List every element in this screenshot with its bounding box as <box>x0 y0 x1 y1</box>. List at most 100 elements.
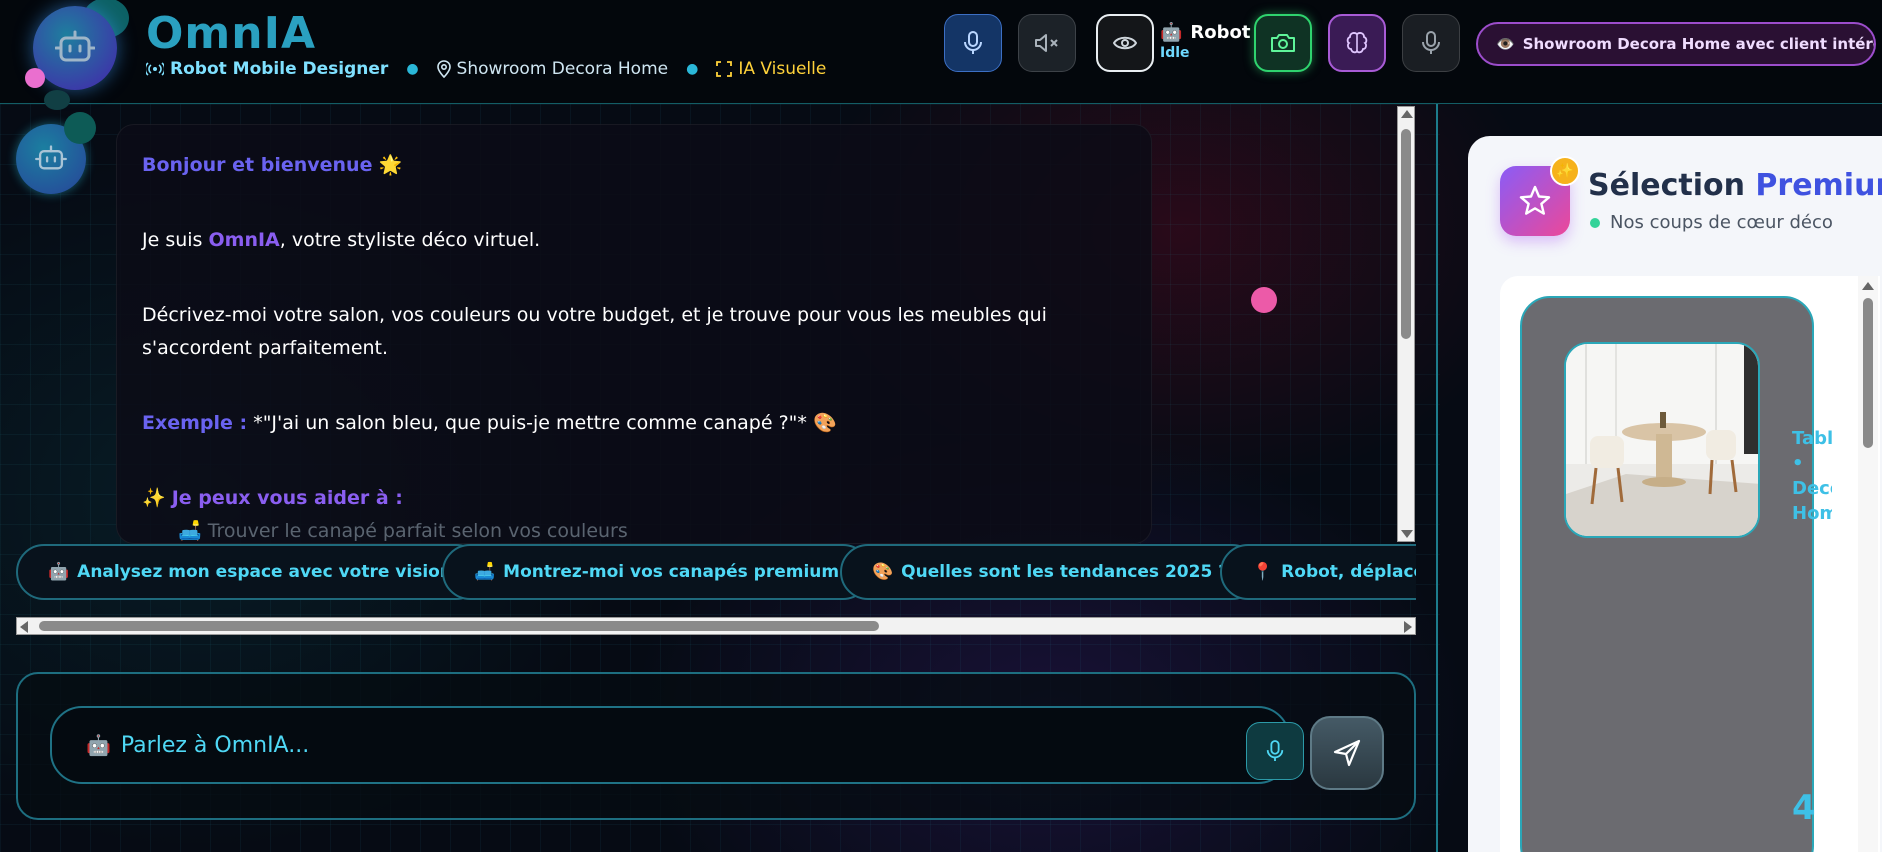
sofa-icon: 🛋️ <box>474 562 496 582</box>
scroll-thumb[interactable] <box>39 621 879 631</box>
microphone-icon <box>1420 30 1442 56</box>
greeting-text: Bonjour et bienvenue <box>142 154 373 176</box>
eye-icon: 👁️ <box>1496 35 1515 53</box>
mute-button[interactable] <box>1018 14 1076 72</box>
scroll-down-arrow[interactable] <box>1401 530 1413 538</box>
sun-icon: 🌟 <box>378 154 403 176</box>
scene-badge[interactable]: 👁️ Showroom Decora Home avec client inté… <box>1476 22 1876 66</box>
suggestion-chips: 🤖 Analysez mon espace avec votre vision … <box>16 544 1416 602</box>
chip-analyze-space[interactable]: 🤖 Analysez mon espace avec votre vision <box>16 544 484 600</box>
separator-dot: ● <box>406 61 419 77</box>
floating-dot <box>1251 287 1277 313</box>
separator-dot: ● <box>686 61 699 77</box>
voice-input-button[interactable] <box>1402 14 1460 72</box>
intro-name: OmnIA <box>208 229 280 251</box>
intro-text: Je suis <box>142 229 209 251</box>
microphone-icon <box>962 30 984 56</box>
role-text: Robot Mobile Designer <box>170 59 389 79</box>
pin-icon: 📍 <box>1252 562 1274 582</box>
send-button[interactable] <box>1310 716 1384 790</box>
avatar-decoration <box>44 90 70 110</box>
message-composer: 🤖 <box>16 672 1416 820</box>
role-label: Robot Mobile Designer <box>146 59 388 79</box>
chip-label: Quelles sont les tendances 2025 ? <box>901 562 1229 582</box>
top-bar: OmnIA Robot Mobile Designer ● Showroom D… <box>0 0 1882 104</box>
sparkles-icon: ✨ <box>142 487 166 509</box>
chat-input-wrapper[interactable]: 🤖 <box>50 706 1304 784</box>
robot-name-row: 🤖 Robot <box>1160 22 1251 43</box>
send-icon <box>1332 738 1362 768</box>
chip-label: Montrez-moi vos canapés premium <box>503 562 840 582</box>
online-dot <box>1590 217 1600 228</box>
help-title: Je peux vous aider à : <box>171 487 403 509</box>
input-mic-button[interactable] <box>1246 722 1304 780</box>
intro-text-end: , votre styliste déco virtuel. <box>279 229 541 251</box>
message-intro: Je suis OmnIA, votre styliste déco virtu… <box>142 224 1126 257</box>
message-help-title: ✨ Je peux vous aider à : <box>142 482 1126 515</box>
premium-selection-panel: ✨ Sélection Premium Nos coups de cœur dé… <box>1468 136 1882 852</box>
scroll-thumb[interactable] <box>1401 129 1411 339</box>
product-card[interactable]: Table • Decora Home 4 <box>1520 296 1832 852</box>
camera-button[interactable] <box>1254 14 1312 72</box>
robot-emoji-icon: 🤖 <box>1160 22 1183 43</box>
volume-mute-icon <box>1034 32 1060 54</box>
broadcast-icon <box>146 62 164 76</box>
panel-divider <box>1436 104 1438 852</box>
microphone-button[interactable] <box>944 14 1002 72</box>
robot-emoji-icon: 🤖 <box>86 733 111 757</box>
panel-subtitle: Nos coups de cœur déco <box>1590 212 1833 233</box>
location-text: Showroom Decora Home <box>456 59 669 79</box>
product-name: Table • Decora Home <box>1792 428 1832 524</box>
help-list-item: 🛋️ Trouver le canapé parfait selon vos c… <box>178 520 628 542</box>
chat-input[interactable] <box>120 732 1121 758</box>
product-list: Table • Decora Home 4 <box>1500 276 1880 852</box>
ia-text: IA Visuelle <box>738 59 827 79</box>
app-title: OmnIA <box>146 8 316 59</box>
robot-icon <box>33 6 117 90</box>
product-image[interactable] <box>1564 342 1760 538</box>
robot-status: 🤖 Robot Idle <box>1160 22 1251 61</box>
map-pin-icon <box>436 60 451 78</box>
chips-scrollbar[interactable] <box>16 617 1416 635</box>
scan-icon <box>716 61 733 77</box>
microphone-icon <box>1265 739 1285 763</box>
brain-button[interactable] <box>1328 14 1386 72</box>
scene-text: Showroom Decora Home avec client intéres… <box>1522 35 1874 53</box>
scroll-right-arrow[interactable] <box>1404 621 1412 633</box>
location-label: Showroom Decora Home <box>436 59 669 79</box>
panel-scrollbar[interactable] <box>1858 276 1878 852</box>
example-text: *"J'ai un salon bleu, que puis-je mettre… <box>253 412 837 434</box>
scroll-left-arrow[interactable] <box>20 621 28 633</box>
message-body: Décrivez-moi votre salon, vos couleurs o… <box>142 304 1047 359</box>
robot-state: Idle <box>1160 45 1190 61</box>
panel-title-word1: Sélection <box>1588 168 1745 203</box>
brain-icon <box>1344 31 1370 55</box>
sparkle-badge-icon: ✨ <box>1550 156 1580 186</box>
chip-premium-sofas[interactable]: 🛋️ Montrez-moi vos canapés premium <box>442 544 872 600</box>
palette-icon: 🎨 <box>872 562 894 582</box>
ia-label: IA Visuelle <box>716 59 826 79</box>
chip-robot-move[interactable]: 📍 Robot, déplacez-vous <box>1220 544 1416 600</box>
robot-emoji-icon: 🤖 <box>48 562 70 582</box>
scroll-up-arrow[interactable] <box>1401 110 1413 118</box>
panel-title: Sélection Premium <box>1588 168 1882 203</box>
chip-trends-2025[interactable]: 🎨 Quelles sont les tendances 2025 ? <box>840 544 1261 600</box>
chip-label: Robot, déplacez-vous <box>1281 562 1416 582</box>
panel-title-word2: Premium <box>1755 168 1882 203</box>
product-price: 4 <box>1792 788 1816 828</box>
camera-icon <box>1270 32 1296 54</box>
panel-subtitle-text: Nos coups de cœur déco <box>1610 212 1833 233</box>
logo <box>25 0 129 92</box>
vision-button[interactable] <box>1096 14 1154 72</box>
scroll-up-arrow[interactable] <box>1862 282 1874 290</box>
chat-scrollbar[interactable] <box>1397 106 1415 542</box>
eye-icon <box>1113 35 1137 51</box>
message-greeting: Bonjour et bienvenue 🌟 <box>142 149 1126 182</box>
robot-icon <box>35 145 67 173</box>
assistant-message: Bonjour et bienvenue 🌟 Je suis OmnIA, vo… <box>116 124 1152 544</box>
header-subline: Robot Mobile Designer ● Showroom Decora … <box>146 58 826 80</box>
example-label: Exemple : <box>142 412 248 434</box>
avatar-decoration <box>64 112 96 144</box>
message-example: Exemple : *"J'ai un salon bleu, que puis… <box>142 407 1126 440</box>
scroll-thumb[interactable] <box>1863 298 1873 448</box>
